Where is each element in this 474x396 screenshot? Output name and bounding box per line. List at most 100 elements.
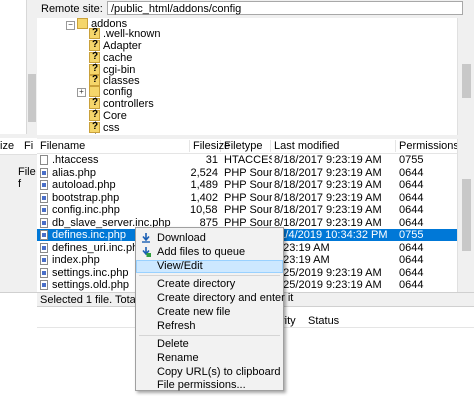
cell-text: 0755 <box>399 154 424 166</box>
php-file-icon <box>40 280 48 290</box>
cell-type: PHP Sourc... <box>224 179 272 191</box>
menu-item-download[interactable]: Download <box>136 232 283 245</box>
cell-text: 11/4/2019 10:34:32 PM <box>274 229 388 241</box>
menu-item-create-new-file[interactable]: Create new file <box>136 306 283 319</box>
cell-text: PHP Sourc... <box>224 179 272 191</box>
cell-perm: 0755 <box>399 229 454 241</box>
local-row-fragment: File f <box>18 166 36 190</box>
cell-type: PHP Sourc... <box>224 204 272 216</box>
php-file-icon <box>40 167 48 178</box>
php-file-icon <box>40 205 48 215</box>
menu-item-copy-url[interactable]: Copy URL(s) to clipboard <box>136 366 283 379</box>
php-file-icon <box>40 180 48 190</box>
php-file-icon <box>40 242 48 253</box>
cell-size: 10,580 <box>190 204 218 216</box>
cell-modified: 7/25/2019 9:23:19 AM <box>274 267 396 279</box>
table-row[interactable]: alias.php 2,524 PHP Sourc...8/18/2017 9:23… <box>37 167 457 179</box>
column-filesize[interactable]: Filesize <box>190 140 230 152</box>
menu-item-create-directory-enter[interactable]: Create directory and enter it <box>136 292 293 305</box>
remote-site-label: Remote site: <box>41 3 103 15</box>
cell-perm: 0644 <box>399 217 454 229</box>
cell-text: 0755 <box>399 229 424 241</box>
file-list-scrollbar[interactable] <box>457 139 474 292</box>
cell-perm: 0755 <box>399 154 454 166</box>
cell-perm: 0644 <box>399 279 454 291</box>
remote-directory-tree[interactable]: − addons .well-known Adapter cache cgi-b… <box>37 18 457 135</box>
menu-item-view-edit[interactable]: View/Edit <box>136 260 283 273</box>
queue-col-status[interactable]: Status <box>308 315 339 327</box>
cell-text: 0644 <box>399 279 424 291</box>
local-col-filetype[interactable]: Fi <box>24 140 33 152</box>
cell-type: PHP Sourc... <box>224 192 272 204</box>
cell-text: 8/18/2017 9:23:19 AM <box>274 166 382 179</box>
cell-name: .htaccess <box>40 154 190 166</box>
tree-scrollbar[interactable] <box>457 18 474 135</box>
column-last-modified[interactable]: Last modified <box>271 140 396 152</box>
menu-item-refresh[interactable]: Refresh <box>136 320 283 333</box>
cell-text: defines_uri.inc.php <box>52 241 145 254</box>
local-col-filesize[interactable]: ize <box>0 140 14 152</box>
cell-perm: 0644 <box>399 254 454 266</box>
cell-modified: 11/4/2019 10:34:32 PM <box>274 229 396 241</box>
tree-item-controllers[interactable]: controllers <box>89 97 154 110</box>
cell-text: 0644 <box>399 266 424 279</box>
folder-icon <box>77 18 88 29</box>
download-icon <box>142 233 150 243</box>
menu-item-rename[interactable]: Rename <box>136 352 283 365</box>
cell-text: autoload.php <box>52 179 116 191</box>
cell-size: 1,489 <box>190 179 218 191</box>
cell-text: 8/18/2017 9:23:19 AM <box>274 216 382 229</box>
cell-text: 8/18/2017 9:23:19 AM <box>274 204 382 216</box>
cell-perm: 0644 <box>399 167 454 179</box>
unknown-folder-icon <box>89 74 100 86</box>
scroll-thumb[interactable] <box>462 64 471 98</box>
scroll-thumb[interactable] <box>28 74 36 122</box>
table-row[interactable]: bootstrap.php 1,402 PHP Sourc...8/18/2017 … <box>37 192 457 204</box>
tree-item-well-known[interactable]: .well-known <box>89 27 160 40</box>
php-file-icon <box>40 192 48 203</box>
cell-text: 0644 <box>399 254 424 266</box>
menu-item-file-permissions[interactable]: File permissions... <box>136 379 283 392</box>
cell-modified: 8/18/2017 9:23:19 AM <box>274 179 396 191</box>
cell-name: autoload.php <box>40 179 190 191</box>
cell-text: 0644 <box>399 191 424 204</box>
php-file-icon <box>40 230 48 240</box>
column-filename[interactable]: Filename <box>37 140 190 152</box>
add-to-queue-icon <box>142 247 151 257</box>
cell-text: 1,402 <box>190 191 218 204</box>
cell-text: 0644 <box>399 166 424 179</box>
cell-text: 8/18/2017 9:23:19 AM <box>274 179 382 191</box>
php-file-icon <box>40 217 48 228</box>
menu-item-create-directory[interactable]: Create directory <box>136 278 283 291</box>
file-icon <box>40 155 48 165</box>
cell-text: 0644 <box>399 241 424 254</box>
local-tree[interactable] <box>0 0 27 134</box>
cell-modified: 7/25/2019 9:23:19 AM <box>274 279 396 291</box>
scroll-thumb[interactable] <box>462 179 471 251</box>
collapse-icon[interactable]: − <box>66 21 75 30</box>
local-tree-scrollbar[interactable] <box>27 0 37 134</box>
cell-modified: 8/18/2017 9:23:19 AM <box>274 192 396 204</box>
cell-perm: 0644 <box>399 267 454 279</box>
remote-path-input[interactable]: /public_html/addons/config <box>107 1 463 15</box>
menu-separator <box>139 335 280 336</box>
unknown-folder-icon <box>89 97 100 109</box>
menu-item-add-to-queue[interactable]: Add files to queue <box>136 246 283 259</box>
table-row[interactable]: .htaccess 31 HTACCESS...8/18/2017 9:23:19 … <box>37 154 457 166</box>
cell-modified: 8/18/2017 9:23:19 AM <box>274 217 396 229</box>
cell-modified: 8/18/2017 9:23:19 AM <box>274 167 396 179</box>
cell-text: 7/25/2019 9:23:19 AM <box>274 279 382 291</box>
menu-item-delete[interactable]: Delete <box>136 338 283 351</box>
expand-icon[interactable]: + <box>77 88 86 97</box>
cell-text: index.php <box>52 254 100 266</box>
cell-size: 31 <box>190 154 218 166</box>
table-row[interactable]: autoload.php 1,489 PHP Sourc...8/18/2017 9… <box>37 179 457 191</box>
table-row[interactable]: config.inc.php 10,580 PHP Sourc...8/18/201… <box>37 204 457 216</box>
remote-site-bar: Remote site: /public_html/addons/config <box>37 0 474 19</box>
cell-modified: 9:23:19 AM <box>274 254 396 266</box>
column-permissions[interactable]: Permissions <box>396 140 457 152</box>
file-list-header: Filename Filesize Filetype Last modified… <box>37 139 457 154</box>
column-filetype[interactable]: Filetype <box>221 140 271 152</box>
cell-text: 1,489 <box>190 179 218 191</box>
tree-item-css[interactable]: css <box>89 121 120 134</box>
